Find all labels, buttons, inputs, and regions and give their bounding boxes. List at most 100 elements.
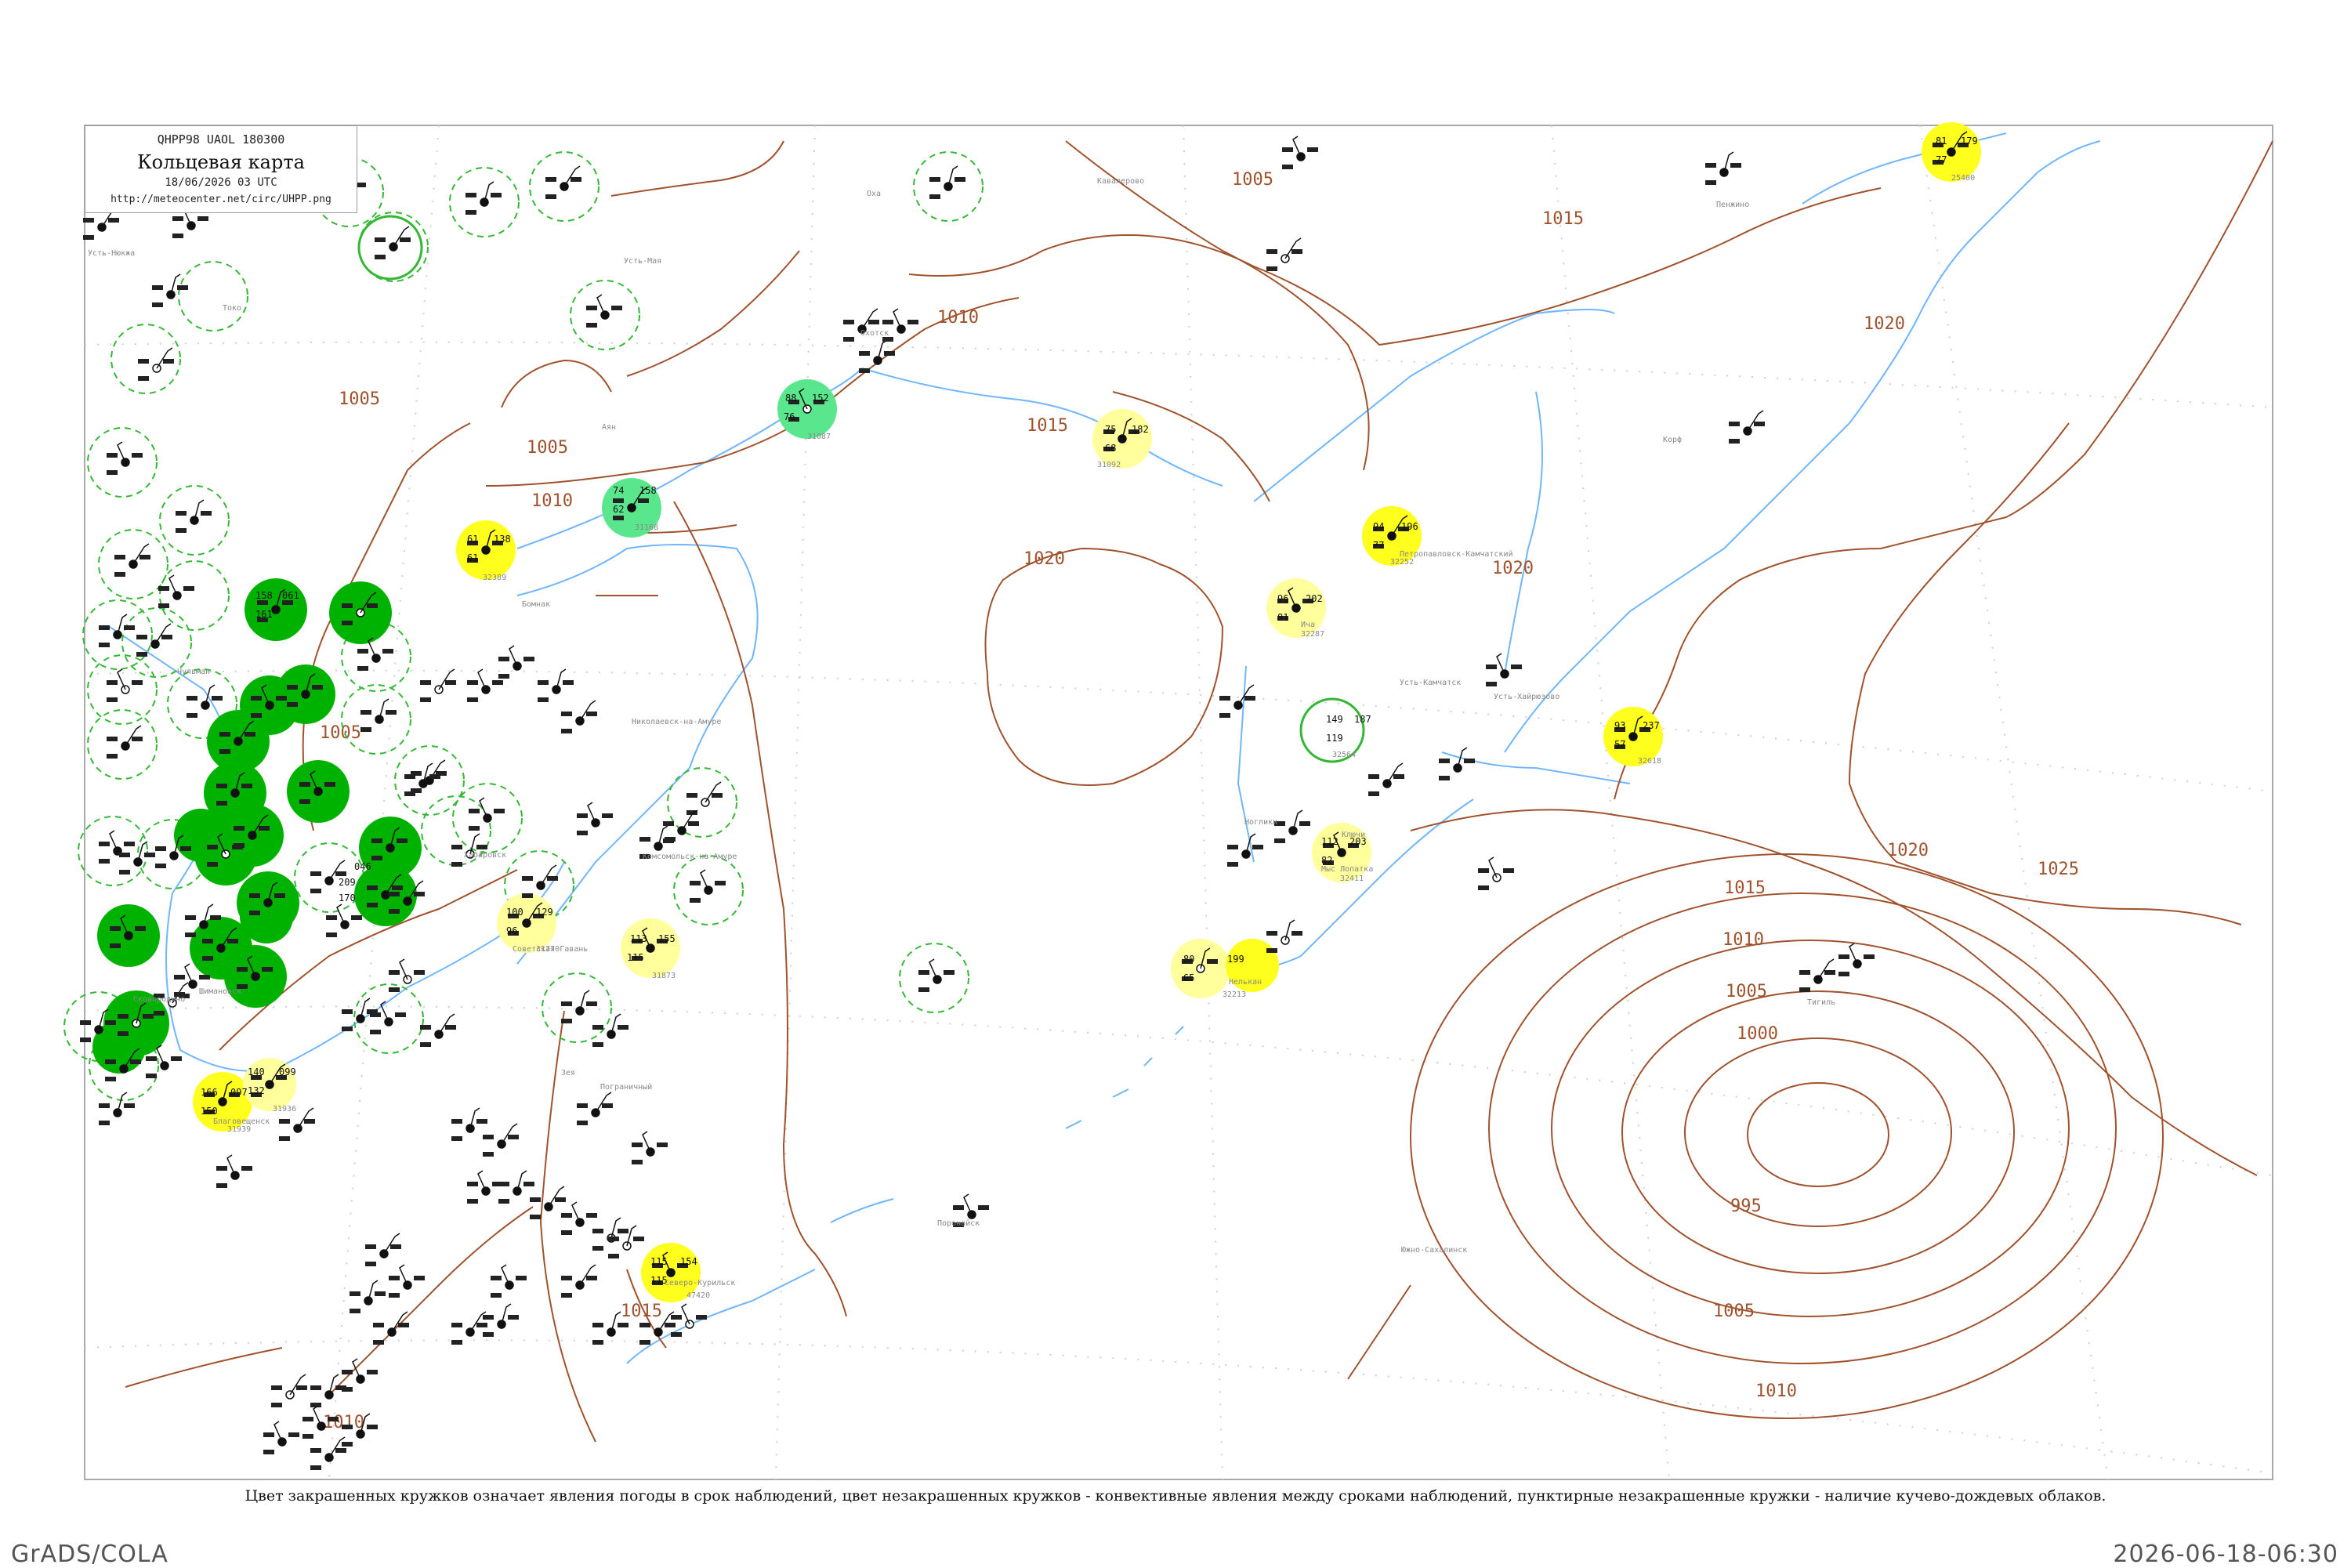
station-id: 32287: [1301, 630, 1324, 639]
station-value-glyph: [1266, 249, 1277, 254]
station-temp: 112: [1321, 836, 1339, 847]
station-value-glyph: [404, 791, 415, 796]
station-value-glyph: [367, 885, 378, 890]
station-value-glyph: [1227, 862, 1238, 867]
station-value-glyph: [245, 732, 255, 737]
station-value-glyph: [618, 1323, 629, 1327]
station-pressure: 155: [658, 933, 676, 944]
station-value-glyph: [494, 809, 505, 813]
station-value-glyph: [577, 1121, 588, 1125]
station-id: 32252: [1390, 558, 1414, 567]
station-value-glyph: [375, 1291, 386, 1296]
station-value-glyph: [1799, 987, 1810, 992]
station-pressure: 199: [1227, 954, 1244, 965]
station-value-glyph: [232, 845, 243, 849]
place-label: Токо: [223, 304, 241, 313]
station-temp: 96: [1277, 593, 1288, 604]
station-value-glyph: [136, 652, 147, 657]
station-value-glyph: [420, 1025, 431, 1030]
station-temp: 93: [1614, 720, 1625, 731]
station-value-glyph: [451, 1323, 462, 1327]
station-value-glyph: [249, 893, 260, 898]
isobar-label-1010: 1010: [937, 308, 979, 328]
station-value-glyph: [342, 1027, 353, 1031]
station-value-glyph: [1464, 759, 1475, 763]
station-value-glyph: [1486, 664, 1497, 669]
station-value-glyph: [99, 625, 110, 630]
station-pressure: 158: [639, 485, 657, 496]
station-temp: 166: [201, 1087, 218, 1098]
station-value-glyph: [563, 680, 574, 685]
station-temp: 75: [1105, 424, 1116, 435]
station-value-glyph: [1511, 664, 1522, 669]
station-value-glyph: [547, 876, 558, 881]
station-value-glyph: [152, 302, 163, 307]
place-label: Усть-Мая: [624, 257, 661, 266]
station-value-glyph: [498, 1199, 509, 1204]
station-value-glyph: [201, 511, 212, 516]
station-value-glyph: [342, 1425, 353, 1429]
station-value-glyph: [868, 320, 879, 324]
weather-ring-map: 1005 1005 1005 1005 1005 1005 1010 1010 …: [63, 122, 2273, 1480]
station-temp: 88: [785, 393, 796, 404]
station-value-glyph: [350, 1291, 360, 1296]
station-value-glyph: [207, 862, 218, 867]
isobar-label-1005: 1005: [339, 389, 380, 409]
station-value-glyph: [302, 1417, 313, 1421]
station-value-glyph: [1838, 972, 1849, 976]
station-value-glyph: [119, 853, 130, 857]
station-value-glyph: [187, 696, 197, 701]
station-value-glyph: [516, 1276, 527, 1280]
station-value-glyph: [688, 821, 699, 826]
station-dewpoint: 150: [201, 1106, 218, 1117]
station-value-glyph: [216, 1183, 227, 1188]
station-value-glyph: [686, 793, 697, 798]
station-value-glyph: [263, 1450, 274, 1454]
station-value-glyph: [216, 1166, 227, 1171]
station-dewpoint: 76: [784, 411, 795, 422]
station-value-glyph: [176, 511, 187, 516]
station-value-glyph: [108, 218, 119, 223]
place-label: Советская Гавань: [513, 945, 588, 954]
station-value-glyph: [483, 1135, 494, 1139]
station-value-glyph: [342, 1009, 353, 1014]
station-value-glyph: [530, 1197, 541, 1202]
place-label: Северо-Курильск: [665, 1279, 735, 1287]
station-value-glyph: [859, 368, 870, 373]
station-value-glyph: [1705, 180, 1716, 185]
station-value-glyph: [618, 1025, 629, 1030]
station-value-glyph: [328, 1417, 339, 1421]
station-pressure: 154: [680, 1256, 697, 1267]
grads-credit: GrADS/COLA: [11, 1541, 168, 1568]
station-value-glyph: [360, 710, 371, 715]
station-value-glyph: [1368, 791, 1379, 796]
isobar-label-1010: 1010: [1755, 1382, 1797, 1401]
station-pressure: 129: [536, 907, 553, 918]
station-value-glyph: [210, 915, 221, 920]
station-value-glyph: [219, 749, 230, 754]
station-value-glyph: [907, 320, 918, 324]
station-id: 32389: [483, 574, 506, 582]
station-value-glyph: [632, 1143, 643, 1147]
station-value-glyph: [1266, 948, 1277, 953]
station-value-glyph: [843, 337, 854, 342]
station-value-glyph: [1729, 439, 1740, 444]
station-value-glyph: [124, 1103, 135, 1108]
station-value-glyph: [392, 885, 403, 890]
station-value-glyph: [310, 1448, 321, 1453]
station-value-glyph: [105, 1077, 116, 1081]
station-value-glyph: [234, 826, 245, 831]
isobar-label-1025: 1025: [2038, 860, 2079, 879]
station-value-glyph: [139, 555, 150, 559]
station-value-glyph: [107, 754, 118, 759]
station-value-glyph: [375, 237, 386, 242]
station-value-glyph: [469, 826, 480, 831]
station-id: 47420: [686, 1291, 710, 1300]
station-id: 32564: [1332, 751, 1356, 759]
station-value-glyph: [1282, 147, 1293, 152]
bulletin-code: QHPP98 UAOL 180300: [157, 132, 285, 147]
station-value-glyph: [389, 1293, 400, 1298]
place-label: Николаевск-на-Амуре: [632, 718, 721, 726]
isobar-label-1015: 1015: [1542, 209, 1584, 229]
map-url-link[interactable]: http://meteocenter.net/circ/UHPP.png: [85, 194, 357, 205]
